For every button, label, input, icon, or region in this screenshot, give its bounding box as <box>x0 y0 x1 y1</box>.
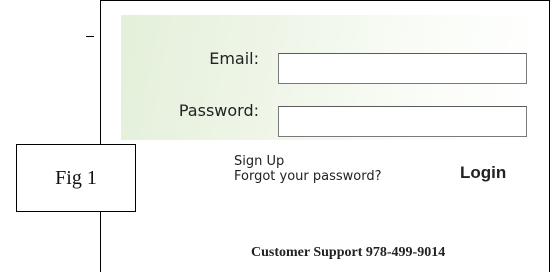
sign-up-link[interactable]: Sign Up <box>234 154 382 169</box>
email-field[interactable] <box>278 53 527 84</box>
customer-support-text: Customer Support 978-499-9014 <box>251 245 446 260</box>
account-links: Sign Up Forgot your password? <box>234 154 382 184</box>
login-button[interactable]: Login <box>460 163 506 183</box>
password-field[interactable] <box>278 106 527 137</box>
login-form-area: Email: Password: <box>121 15 527 140</box>
login-panel: Email: Password: Sign Up Forgot your pas… <box>100 0 550 272</box>
forgot-password-link[interactable]: Forgot your password? <box>234 169 382 184</box>
page: Email: Password: Sign Up Forgot your pas… <box>0 0 551 272</box>
edge-line-stub <box>86 36 94 37</box>
password-label: Password: <box>178 101 259 120</box>
figure-label-box: Fig 1 <box>16 144 136 212</box>
email-label: Email: <box>209 49 259 68</box>
figure-label: Fig 1 <box>55 166 97 189</box>
